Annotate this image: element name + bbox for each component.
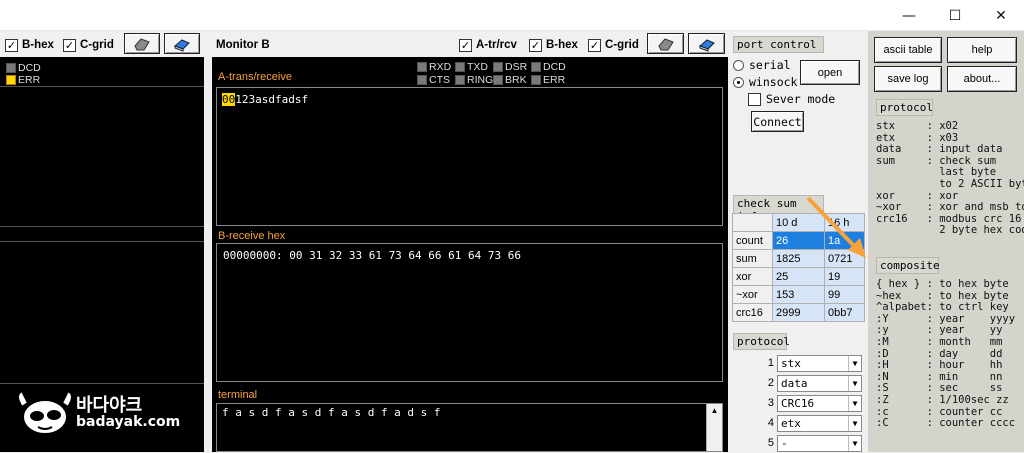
- terminal-scrollbar[interactable]: ▲: [706, 404, 722, 451]
- signal-cts: CTS: [417, 72, 450, 86]
- chevron-down-icon: ▼: [848, 415, 861, 431]
- checksum-row-crc16[interactable]: crc16 2999 0bb7: [732, 303, 865, 322]
- check-icon: ✓: [63, 38, 76, 52]
- save-log-button[interactable]: save log: [874, 66, 942, 92]
- about-button[interactable]: about...: [947, 66, 1017, 92]
- protocol-select-5[interactable]: - ▼: [777, 434, 862, 452]
- terminal-label: terminal: [218, 389, 258, 401]
- sever-mode-checkbox[interactable]: Sever mode: [748, 92, 835, 106]
- cow-logo-icon: [17, 389, 73, 435]
- bhex-checkbox[interactable]: ✓ B-hex: [529, 38, 578, 52]
- port-control-title: port control: [733, 36, 824, 53]
- checksum-row-xor[interactable]: xor 25 19: [732, 267, 865, 286]
- monitor-b-erase-button[interactable]: [688, 33, 725, 54]
- protocol-select-1[interactable]: stx ▼: [777, 354, 862, 372]
- watermark-logo: 바다야크 badayak.com: [12, 385, 202, 445]
- terminal-text: f a s d f a s d f a s d f a d s f: [222, 406, 441, 419]
- chevron-down-icon: ▼: [848, 355, 861, 371]
- left-cgrid-label: C-grid: [80, 39, 114, 51]
- protocol-info-title: protocol: [876, 99, 933, 116]
- eraser-icon: [134, 37, 150, 50]
- divider: [0, 383, 204, 384]
- a-trans-highlight: 00: [222, 93, 236, 106]
- divider: [0, 241, 204, 242]
- protocol-select-4[interactable]: etx ▼: [777, 414, 862, 432]
- left-bhex-checkbox[interactable]: ✓ B-hex: [5, 38, 54, 52]
- erase-icon: [174, 38, 190, 52]
- ascii-table-button[interactable]: ascii table: [874, 37, 942, 63]
- chevron-down-icon: ▼: [848, 435, 861, 451]
- left-clear-button[interactable]: [124, 33, 160, 54]
- protocol-select-title: protocol: [733, 333, 790, 350]
- signal-txd: TXD: [455, 59, 488, 73]
- annotation-arrow-icon: [806, 196, 866, 258]
- radio-icon: [733, 59, 744, 71]
- b-hex-label: B-receive hex: [218, 230, 286, 242]
- divider: [0, 226, 204, 227]
- eraser-icon: [657, 37, 674, 50]
- b-hex-text: 00000000: 00 31 32 33 61 73 64 66 61 64 …: [223, 249, 522, 262]
- connect-button[interactable]: Connect: [751, 111, 804, 132]
- help-button[interactable]: help: [947, 37, 1017, 63]
- signal-rxd: RXD: [417, 59, 451, 73]
- checkbox-icon: [748, 92, 761, 106]
- composite-info-text: { hex } : to hex byte ~hex : to hex byte…: [876, 279, 1016, 430]
- close-button[interactable]: ✕: [978, 0, 1024, 31]
- check-icon: ✓: [588, 38, 601, 52]
- signal-brk: BRK: [493, 72, 527, 86]
- a-trans-label: A-trans/receive: [218, 71, 292, 83]
- left-erase-button[interactable]: [164, 33, 200, 54]
- chevron-down-icon: ▼: [848, 375, 861, 391]
- check-icon: ✓: [5, 38, 18, 52]
- signal-ring: RING: [455, 72, 493, 86]
- protocol-row-5: 5 - ▼: [762, 433, 862, 453]
- chevron-down-icon: ▼: [848, 395, 861, 411]
- left-err-signal: ERR: [6, 72, 40, 86]
- a-trans-area[interactable]: 00123asdfadsf: [216, 87, 723, 226]
- close-icon: ✕: [995, 7, 1007, 24]
- title-bar: [0, 0, 1024, 31]
- protocol-row-3: 3 CRC16 ▼: [762, 393, 862, 413]
- winsock-radio[interactable]: winsock: [733, 75, 797, 89]
- divider: [0, 86, 204, 87]
- protocol-select-3[interactable]: CRC16 ▼: [777, 394, 862, 412]
- composite-info-title: composite: [876, 257, 940, 274]
- check-icon: ✓: [529, 38, 542, 52]
- protocol-select-2[interactable]: data ▼: [777, 374, 862, 392]
- protocol-row-1: 1 stx ▼: [762, 353, 862, 373]
- a-trans-text: 123asdfadsf: [235, 93, 309, 106]
- watermark-url: badayak.com: [76, 414, 181, 430]
- minimize-button[interactable]: —: [886, 0, 932, 31]
- protocol-row-4: 4 etx ▼: [762, 413, 862, 433]
- err-led-icon: [6, 74, 16, 85]
- check-icon: ✓: [459, 38, 472, 52]
- maximize-icon: ☐: [948, 7, 962, 24]
- atr-checkbox[interactable]: ✓ A-tr/rcv: [459, 38, 517, 52]
- checksum-row-nxor[interactable]: ~xor 153 99: [732, 285, 865, 304]
- left-bhex-label: B-hex: [22, 39, 54, 51]
- radio-selected-icon: [733, 76, 744, 88]
- monitor-b-clear-button[interactable]: [647, 33, 684, 54]
- signal-dsr: DSR: [493, 59, 527, 73]
- scroll-up-icon[interactable]: ▲: [707, 404, 722, 418]
- minimize-icon: —: [902, 7, 916, 24]
- protocol-row-2: 2 data ▼: [762, 373, 862, 393]
- signal-err: ERR: [531, 72, 565, 86]
- maximize-button[interactable]: ☐: [932, 0, 978, 31]
- cgrid-checkbox[interactable]: ✓ C-grid: [588, 38, 639, 52]
- serial-radio[interactable]: serial: [733, 58, 791, 72]
- left-cgrid-checkbox[interactable]: ✓ C-grid: [63, 38, 114, 52]
- b-hex-area[interactable]: 00000000: 00 31 32 33 61 73 64 66 61 64 …: [216, 243, 723, 382]
- signal-dcd: DCD: [531, 59, 566, 73]
- terminal-area[interactable]: f a s d f a s d f a s d f a d s f ▲: [216, 403, 723, 452]
- erase-icon: [698, 38, 715, 52]
- protocol-select-list: 1 stx ▼ 2 data ▼ 3 CRC16 ▼ 4 etx ▼ 5 - ▼: [762, 353, 862, 453]
- open-button[interactable]: open: [800, 60, 860, 85]
- monitor-b-title: Monitor B: [216, 39, 270, 51]
- protocol-info-text: stx : x02 etx : x03 data : input data su…: [876, 121, 1024, 237]
